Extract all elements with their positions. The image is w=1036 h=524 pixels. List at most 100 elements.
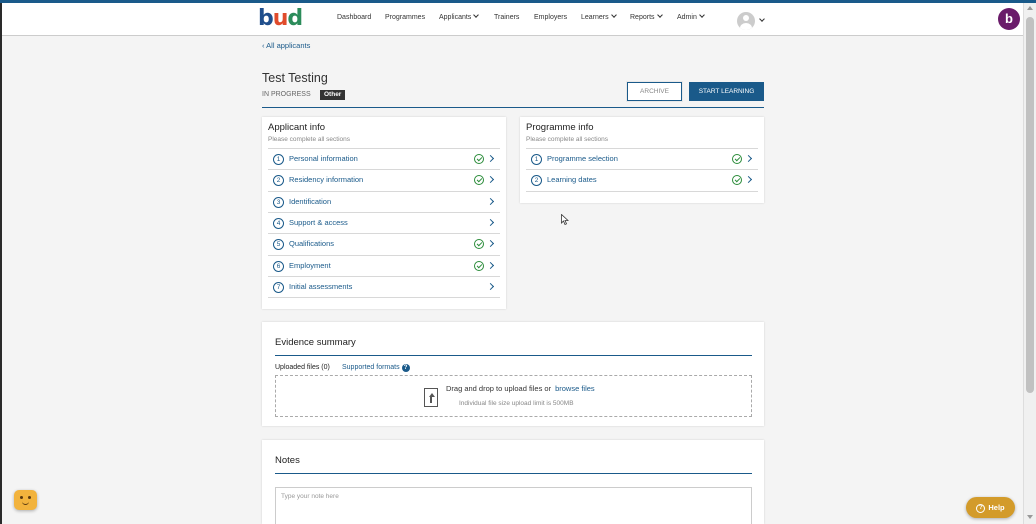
file-dropzone[interactable]: Drag and drop to upload files or browse f… bbox=[275, 375, 752, 417]
programme-info-card: Programme info Please complete all secti… bbox=[520, 117, 764, 203]
nav-dashboard[interactable]: Dashboard bbox=[337, 14, 371, 21]
section-row[interactable]: 2 Learning dates bbox=[526, 169, 758, 190]
chevron-right-icon[interactable] bbox=[486, 154, 495, 163]
chevron-down-icon bbox=[656, 12, 663, 18]
chevron-right-icon[interactable] bbox=[486, 240, 495, 248]
section-row[interactable]: 4 Support & access bbox=[268, 211, 500, 233]
section-label[interactable]: Qualifications bbox=[289, 239, 334, 248]
chevron-right-icon[interactable] bbox=[486, 282, 495, 290]
archive-button[interactable]: ARCHIVE bbox=[627, 82, 682, 101]
section-row[interactable]: 2 Residency information bbox=[268, 169, 500, 190]
step-number: 2 bbox=[531, 175, 542, 187]
chat-icon[interactable] bbox=[14, 490, 37, 510]
nav-applicants-label: Applicants bbox=[439, 14, 472, 21]
section-title: Notes bbox=[275, 455, 300, 466]
section-label[interactable]: Learning dates bbox=[547, 175, 597, 184]
question-icon[interactable]: ? bbox=[401, 364, 410, 372]
section-divider bbox=[275, 355, 752, 356]
chevron-right-icon[interactable] bbox=[486, 197, 495, 205]
nav-learners[interactable]: Learners bbox=[581, 12, 617, 21]
bud-logo[interactable]: bud bbox=[258, 7, 303, 31]
chevron-right-icon[interactable] bbox=[486, 218, 495, 226]
back-to-applicants-link[interactable]: ‹ All applicants bbox=[262, 41, 310, 50]
window-edge bbox=[0, 0, 2, 524]
notes-card: Notes bbox=[262, 440, 764, 524]
section-row[interactable]: 5 Qualifications bbox=[268, 233, 500, 254]
nav-employers[interactable]: Employers bbox=[534, 14, 567, 21]
nav-reports[interactable]: Reports bbox=[630, 12, 663, 21]
step-number: 7 bbox=[273, 281, 284, 293]
avatar-icon[interactable] bbox=[737, 12, 755, 30]
chevron-right-icon[interactable] bbox=[486, 261, 495, 269]
page-title: Test Testing bbox=[262, 71, 328, 85]
section-row[interactable]: 1 Programme selection bbox=[526, 148, 758, 169]
step-number: 4 bbox=[273, 217, 284, 229]
nav-trainers[interactable]: Trainers bbox=[494, 14, 519, 21]
card-subtitle: Please complete all sections bbox=[526, 136, 609, 143]
section-label[interactable]: Employment bbox=[289, 261, 331, 270]
upload-limit-text: Individual file size upload limit is 500… bbox=[459, 400, 574, 407]
dropzone-instructions: Drag and drop to upload files or browse f… bbox=[446, 384, 595, 393]
top-navbar: bud Dashboard Programmes Applicants Trai… bbox=[2, 3, 1023, 36]
section-label[interactable]: Support & access bbox=[289, 218, 348, 227]
nav-learners-label: Learners bbox=[581, 14, 609, 21]
browse-files-link[interactable]: browse files bbox=[555, 384, 595, 393]
step-number: 1 bbox=[531, 154, 542, 165]
section-title: Evidence summary bbox=[275, 337, 356, 348]
card-title: Applicant info bbox=[268, 122, 326, 133]
section-row[interactable]: 7 Initial assessments bbox=[268, 275, 500, 297]
step-number: 3 bbox=[273, 196, 284, 208]
chevron-down-icon bbox=[473, 12, 480, 18]
file-upload-icon bbox=[424, 388, 438, 407]
start-learning-button[interactable]: START LEARNING bbox=[689, 82, 764, 101]
drop-text: Drag and drop to upload files or bbox=[446, 384, 552, 393]
scroll-up-arrow-icon[interactable] bbox=[1027, 6, 1033, 10]
check-circle-icon bbox=[732, 175, 742, 186]
status-badge: Other bbox=[320, 90, 346, 100]
section-label[interactable]: Identification bbox=[289, 197, 331, 206]
chevron-right-icon[interactable] bbox=[744, 176, 753, 184]
check-circle-icon bbox=[474, 239, 484, 250]
scrollbar[interactable] bbox=[1023, 3, 1036, 524]
evidence-summary-card: Evidence summary Uploaded files (0) Supp… bbox=[262, 322, 764, 426]
check-circle-icon bbox=[474, 175, 484, 186]
brand-menu-button[interactable]: b bbox=[998, 8, 1020, 30]
section-label[interactable]: Initial assessments bbox=[289, 282, 352, 291]
back-link-label: All applicants bbox=[266, 41, 311, 50]
check-circle-icon bbox=[732, 154, 742, 164]
section-label[interactable]: Programme selection bbox=[547, 154, 618, 163]
uploaded-files-count: Uploaded files (0) bbox=[275, 364, 330, 371]
nav-programmes[interactable]: Programmes bbox=[385, 14, 425, 21]
supported-formats-link[interactable]: Supported formats? bbox=[342, 364, 410, 372]
section-row[interactable]: 3 Identification bbox=[268, 190, 500, 212]
section-row[interactable]: 6 Employment bbox=[268, 254, 500, 276]
applicant-info-card: Applicant info Please complete all secti… bbox=[262, 117, 506, 309]
card-subtitle: Please complete all sections bbox=[268, 136, 351, 143]
chevron-down-icon[interactable] bbox=[759, 16, 765, 22]
check-circle-icon bbox=[474, 260, 484, 271]
step-number: 5 bbox=[273, 239, 284, 251]
scroll-down-arrow-icon[interactable] bbox=[1027, 515, 1033, 519]
nav-reports-label: Reports bbox=[630, 14, 655, 21]
help-button[interactable]: ? Help bbox=[966, 497, 1015, 518]
check-circle-icon bbox=[474, 154, 484, 164]
nav-admin-label: Admin bbox=[677, 14, 697, 21]
step-number: 6 bbox=[273, 260, 284, 272]
card-title: Programme info bbox=[526, 122, 594, 133]
step-number: 2 bbox=[273, 175, 284, 187]
supported-formats-label: Supported formats bbox=[342, 364, 400, 371]
note-input[interactable] bbox=[275, 487, 752, 524]
chevron-right-icon[interactable] bbox=[486, 176, 495, 184]
chevron-right-icon[interactable] bbox=[744, 154, 753, 163]
help-label: Help bbox=[988, 503, 1005, 512]
section-label[interactable]: Personal information bbox=[289, 154, 358, 163]
nav-applicants[interactable]: Applicants bbox=[439, 12, 480, 21]
step-number: 1 bbox=[273, 154, 284, 165]
section-label[interactable]: Residency information bbox=[289, 175, 363, 184]
status-text: IN PROGRESS bbox=[262, 91, 311, 98]
nav-admin[interactable]: Admin bbox=[677, 12, 705, 21]
chevron-down-icon bbox=[610, 12, 617, 18]
scroll-thumb[interactable] bbox=[1026, 17, 1034, 393]
chevron-down-icon bbox=[699, 12, 705, 18]
section-row[interactable]: 1 Personal information bbox=[268, 148, 500, 169]
